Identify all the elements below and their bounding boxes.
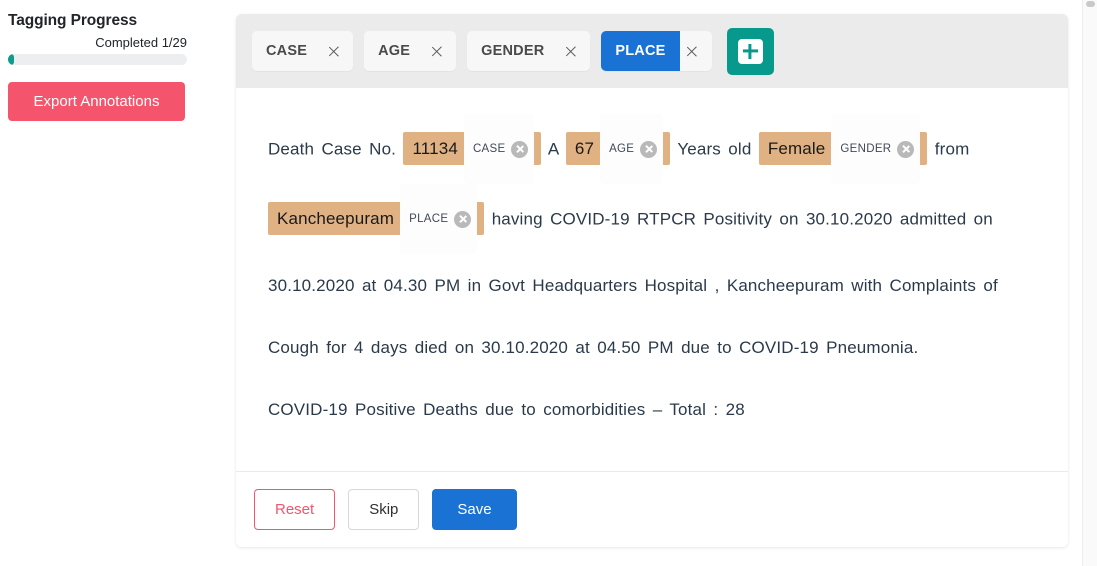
action-footer: Reset Skip Save <box>236 471 1068 547</box>
remove-entity-icon[interactable] <box>454 210 472 228</box>
text-segment: from <box>934 139 970 159</box>
tag-chip-place[interactable]: PLACE <box>601 31 712 71</box>
entity-label: AGE <box>609 143 635 155</box>
tag-label[interactable]: GENDER <box>467 31 558 71</box>
remove-tag-button[interactable] <box>424 31 456 71</box>
entity-text: 11134 <box>412 139 458 159</box>
close-icon <box>430 45 443 58</box>
tag-label[interactable]: CASE <box>252 31 321 71</box>
progress-bar <box>8 54 187 65</box>
scrollbar-thumb[interactable] <box>1086 1 1095 7</box>
text-segment: Years old <box>677 139 752 159</box>
tag-label[interactable]: PLACE <box>601 31 680 71</box>
entity-label-chip: CASE <box>463 114 535 184</box>
close-icon <box>686 45 699 58</box>
remove-entity-icon[interactable] <box>897 140 915 158</box>
progress-label: Completed 1/29 <box>95 35 187 50</box>
annotation-tool-page: Tagging Progress Completed 1/29 Export A… <box>0 0 1097 566</box>
reset-button[interactable]: Reset <box>254 489 336 530</box>
remove-tag-button[interactable] <box>558 31 590 71</box>
skip-button[interactable]: Skip <box>348 489 420 530</box>
export-annotations-button[interactable]: Export Annotations <box>8 82 185 121</box>
entity-label-chip: GENDER <box>831 114 921 184</box>
entity-label: CASE <box>472 143 506 155</box>
close-icon <box>564 45 577 58</box>
entity-label-chip: PLACE <box>400 184 478 254</box>
sidebar: Tagging Progress Completed 1/29 Export A… <box>0 0 220 566</box>
entity-label: GENDER <box>840 143 892 155</box>
remove-entity-icon[interactable] <box>640 140 658 158</box>
tag-chip-age[interactable]: AGE <box>364 31 457 71</box>
entity-place[interactable]: Kancheepuram PLACE <box>268 184 485 254</box>
page-title: Tagging Progress <box>8 12 138 29</box>
annotated-text[interactable]: Death Case No. 11134 CASE A 67 AGE Years o… <box>268 114 1036 441</box>
remove-tag-button[interactable] <box>321 31 353 71</box>
vertical-scrollbar[interactable] <box>1082 0 1097 566</box>
close-icon <box>327 45 340 58</box>
tag-label[interactable]: AGE <box>364 31 424 71</box>
remove-tag-button[interactable] <box>680 31 712 71</box>
tag-chip-gender[interactable]: GENDER <box>467 31 591 71</box>
remove-entity-icon[interactable] <box>511 140 529 158</box>
save-button[interactable]: Save <box>432 489 517 530</box>
entity-text: 67 <box>574 139 595 159</box>
add-tag-button[interactable] <box>726 27 774 75</box>
plus-icon <box>737 38 763 64</box>
tag-toolbar: CASE AGE GENDER PLACE <box>236 14 1068 88</box>
entity-label-chip: AGE <box>600 114 664 184</box>
progress-bar-fill <box>8 54 15 65</box>
text-segment: Death Case No. <box>268 139 397 159</box>
entity-text: Female <box>767 139 826 159</box>
tag-chip-case[interactable]: CASE <box>252 31 354 71</box>
annotation-card: CASE AGE GENDER PLACE Death Case No. 11134 C… <box>236 14 1068 547</box>
entity-gender[interactable]: Female GENDER <box>758 114 928 184</box>
entity-text: Kancheepuram <box>277 209 395 229</box>
entity-age[interactable]: 67 AGE <box>565 114 671 184</box>
text-segment: A <box>547 139 559 159</box>
entity-case[interactable]: 11134 CASE <box>403 114 542 184</box>
entity-label: PLACE <box>409 213 449 225</box>
document-body: Death Case No. 11134 CASE A 67 AGE Years o… <box>236 88 1068 471</box>
text-segment: COVID-19 Positive Deaths due to comorbid… <box>268 400 745 419</box>
